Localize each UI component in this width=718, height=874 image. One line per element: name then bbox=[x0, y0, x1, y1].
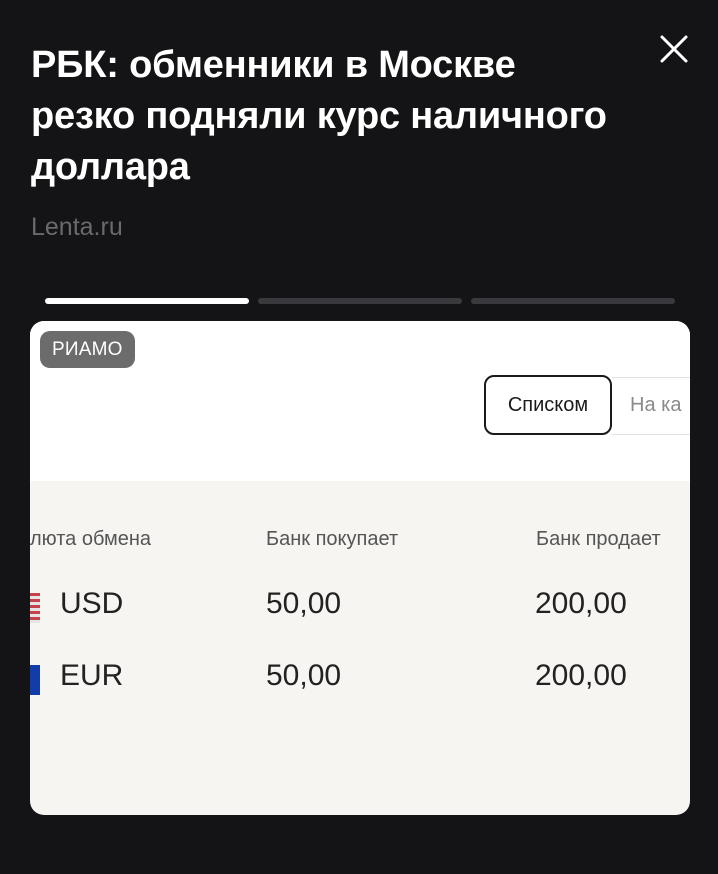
usd-buy-rate: 50,00 bbox=[266, 587, 342, 620]
currency-code-eur: EUR bbox=[60, 659, 124, 692]
story-image-card[interactable]: РИАМО Списком На ка люта обмена Банк пок… bbox=[30, 321, 690, 815]
column-header-bank-sells: Банк продает bbox=[536, 528, 661, 550]
column-header-currency: люта обмена bbox=[30, 528, 152, 550]
eu-flag-icon bbox=[30, 665, 40, 695]
currency-code-usd: USD bbox=[60, 587, 124, 620]
close-icon bbox=[660, 35, 688, 63]
story-viewer: РБК: обменники в Москве резко подняли ку… bbox=[0, 0, 718, 874]
tab-map-view[interactable]: На ка bbox=[612, 377, 690, 435]
progress-segment-1 bbox=[45, 298, 249, 304]
eur-sell-rate: 200,00 bbox=[535, 659, 627, 692]
progress-segment-2 bbox=[258, 298, 462, 304]
story-source[interactable]: Lenta.ru bbox=[31, 212, 123, 242]
image-source-badge: РИАМО bbox=[40, 331, 135, 368]
eur-buy-rate: 50,00 bbox=[266, 659, 342, 692]
progress-segment-3 bbox=[471, 298, 675, 304]
view-toggle: Списком На ка bbox=[484, 375, 690, 435]
story-progress bbox=[45, 298, 675, 304]
story-headline: РБК: обменники в Москве резко подняли ку… bbox=[31, 44, 607, 188]
usa-flag-icon bbox=[30, 593, 40, 623]
usd-sell-rate: 200,00 bbox=[535, 587, 627, 620]
close-button[interactable] bbox=[652, 28, 696, 72]
tab-list-view[interactable]: Списком bbox=[484, 375, 612, 435]
column-header-bank-buys: Банк покупает bbox=[266, 528, 399, 550]
